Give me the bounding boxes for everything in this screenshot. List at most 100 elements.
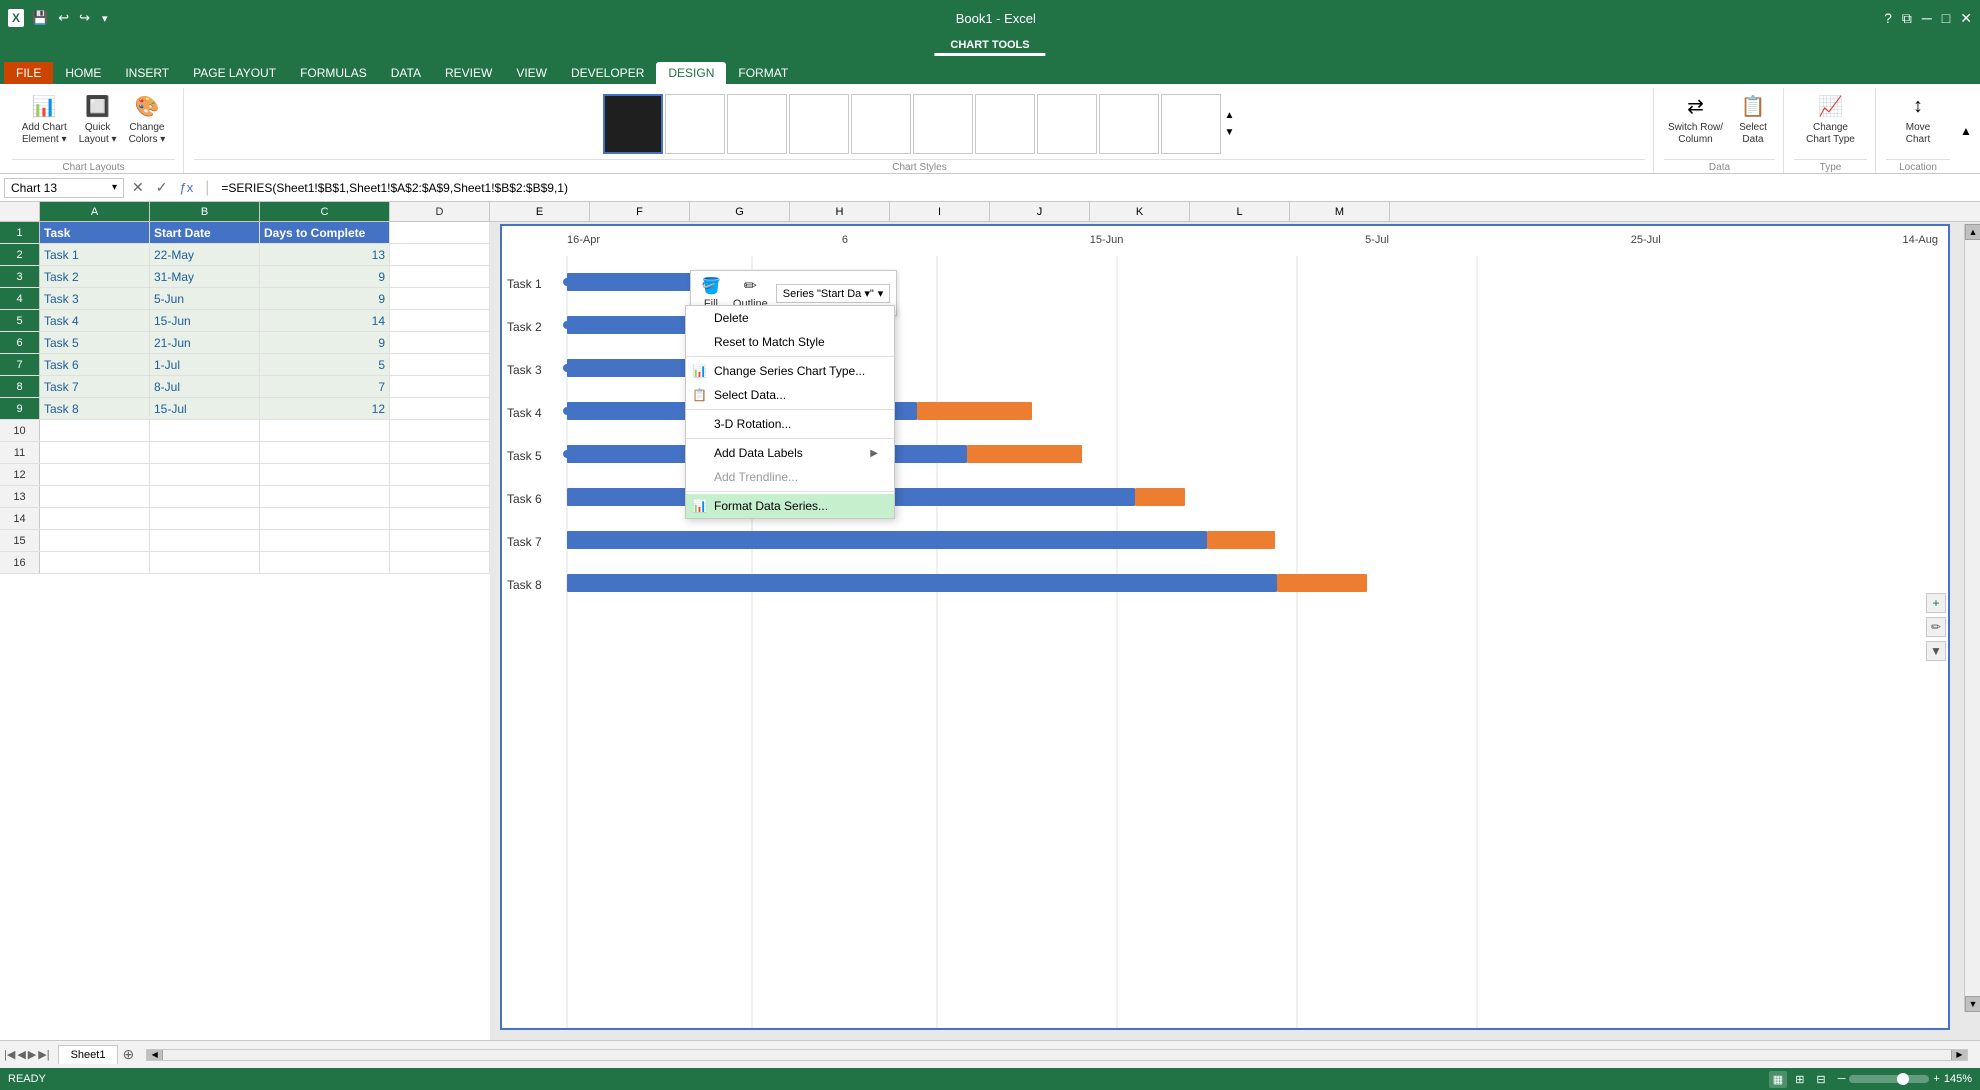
ctx-add-data-labels[interactable]: Add Data Labels ▶ <box>686 441 894 465</box>
chart-style-4[interactable] <box>789 94 849 154</box>
row-header-3[interactable]: 3 <box>0 266 40 287</box>
tab-developer[interactable]: DEVELOPER <box>559 62 656 84</box>
chart-style-selected[interactable] <box>603 94 663 154</box>
row-header-13[interactable]: 13 <box>0 486 40 507</box>
cell-a14[interactable] <box>40 508 150 529</box>
cell-b2[interactable]: 22-May <box>150 244 260 265</box>
ctx-change-series-type[interactable]: 📊 Change Series Chart Type... <box>686 359 894 383</box>
row-header-4[interactable]: 4 <box>0 288 40 309</box>
col-header-d[interactable]: D <box>390 202 490 221</box>
cell-c8[interactable]: 7 <box>260 376 390 397</box>
switch-row-col-button[interactable]: ⇄ Switch Row/Column <box>1664 88 1727 148</box>
add-chart-element-button[interactable]: 📊 Add ChartElement ▾ <box>18 88 71 148</box>
tab-format[interactable]: FORMAT <box>726 62 800 84</box>
cell-d14[interactable] <box>390 508 490 529</box>
tab-home[interactable]: HOME <box>53 62 113 84</box>
col-header-a[interactable]: A <box>40 202 150 221</box>
row-header-10[interactable]: 10 <box>0 420 40 441</box>
col-header-c[interactable]: C <box>260 202 390 221</box>
cell-d9[interactable] <box>390 398 490 419</box>
sheet-nav-left-end[interactable]: |◀ <box>4 1048 15 1061</box>
cell-a10[interactable] <box>40 420 150 441</box>
gantt-dur-bar-4[interactable] <box>917 402 1032 420</box>
col-header-e[interactable]: E <box>490 202 590 221</box>
maximize-button[interactable]: □ <box>1942 10 1950 26</box>
cell-c4[interactable]: 9 <box>260 288 390 309</box>
cell-a3[interactable]: Task 2 <box>40 266 150 287</box>
chart-pen-button[interactable]: ✏ <box>1926 617 1946 637</box>
bar-handle-3a[interactable] <box>563 364 571 372</box>
cell-c11[interactable] <box>260 442 390 463</box>
cell-d3[interactable] <box>390 266 490 287</box>
cell-b9[interactable]: 15-Jul <box>150 398 260 419</box>
h-scroll-left[interactable]: ◀ <box>147 1050 163 1060</box>
help-button[interactable]: ? <box>1884 10 1892 26</box>
row-header-2[interactable]: 2 <box>0 244 40 265</box>
minimize-button[interactable]: ─ <box>1922 10 1932 26</box>
quick-layout-button[interactable]: 🔲 QuickLayout ▾ <box>75 88 121 148</box>
cell-b7[interactable]: 1-Jul <box>150 354 260 375</box>
ribbon-collapse-button[interactable]: ▲ <box>1960 88 1976 173</box>
cell-b1[interactable]: Start Date <box>150 222 260 243</box>
formula-cancel-button[interactable]: ✕ <box>128 179 148 196</box>
row-header-16[interactable]: 16 <box>0 552 40 573</box>
tab-review[interactable]: REVIEW <box>433 62 504 84</box>
col-header-m[interactable]: M <box>1290 202 1390 221</box>
tab-file[interactable]: FILE <box>4 62 53 84</box>
cell-d10[interactable] <box>390 420 490 441</box>
change-chart-type-button[interactable]: 📈 ChangeChart Type <box>1802 88 1859 148</box>
chart-style-7[interactable] <box>975 94 1035 154</box>
move-chart-button[interactable]: ↕ MoveChart <box>1896 88 1940 148</box>
cell-a15[interactable] <box>40 530 150 551</box>
chart-style-scroll-down[interactable]: ▼ <box>1223 125 1237 140</box>
cell-d15[interactable] <box>390 530 490 551</box>
chart-style-8[interactable] <box>1037 94 1097 154</box>
save-button[interactable]: 💾 <box>30 8 50 28</box>
bar-handle-1a[interactable] <box>563 278 571 286</box>
cell-c7[interactable]: 5 <box>260 354 390 375</box>
cell-d12[interactable] <box>390 464 490 485</box>
chart-style-2[interactable] <box>665 94 725 154</box>
name-box[interactable]: Chart 13 ▾ <box>4 178 124 198</box>
bar-handle-2a[interactable] <box>563 321 571 329</box>
cell-a9[interactable]: Task 8 <box>40 398 150 419</box>
tab-view[interactable]: VIEW <box>504 62 559 84</box>
vertical-scrollbar[interactable]: ▲ ▼ <box>1964 224 1980 1012</box>
row-header-1[interactable]: 1 <box>0 222 40 243</box>
chart-style-10[interactable] <box>1161 94 1221 154</box>
cell-d16[interactable] <box>390 552 490 573</box>
cell-d11[interactable] <box>390 442 490 463</box>
cell-c5[interactable]: 14 <box>260 310 390 331</box>
cell-a4[interactable]: Task 3 <box>40 288 150 309</box>
add-sheet-button[interactable]: ⊕ <box>122 1046 134 1063</box>
cell-c10[interactable] <box>260 420 390 441</box>
gantt-start-bar-7[interactable] <box>567 531 1207 549</box>
cell-b10[interactable] <box>150 420 260 441</box>
undo-button[interactable]: ↩ <box>56 8 71 28</box>
cell-c1[interactable]: Days to Complete <box>260 222 390 243</box>
gantt-dur-bar-6[interactable] <box>1135 488 1185 506</box>
cell-a16[interactable] <box>40 552 150 573</box>
cell-a13[interactable] <box>40 486 150 507</box>
cell-a8[interactable]: Task 7 <box>40 376 150 397</box>
col-header-i[interactable]: I <box>890 202 990 221</box>
cell-c6[interactable]: 9 <box>260 332 390 353</box>
col-header-k[interactable]: K <box>1090 202 1190 221</box>
cell-a11[interactable] <box>40 442 150 463</box>
row-header-15[interactable]: 15 <box>0 530 40 551</box>
chart-style-9[interactable] <box>1099 94 1159 154</box>
cell-d8[interactable] <box>390 376 490 397</box>
cell-c16[interactable] <box>260 552 390 573</box>
chart-filter-button[interactable]: ▼ <box>1926 641 1946 661</box>
ctx-select-data[interactable]: 📋 Select Data... <box>686 383 894 407</box>
row-header-9[interactable]: 9 <box>0 398 40 419</box>
cell-a7[interactable]: Task 6 <box>40 354 150 375</box>
scroll-up-button[interactable]: ▲ <box>1965 224 1980 240</box>
series-dropdown[interactable]: Series "Start Da ▾" ▾ <box>776 284 891 303</box>
gantt-dur-bar-7[interactable] <box>1207 531 1275 549</box>
cell-c14[interactable] <box>260 508 390 529</box>
chart-add-button[interactable]: + <box>1926 593 1946 613</box>
cell-d4[interactable] <box>390 288 490 309</box>
zoom-out-button[interactable]: ─ <box>1838 1073 1846 1085</box>
chart-style-5[interactable] <box>851 94 911 154</box>
